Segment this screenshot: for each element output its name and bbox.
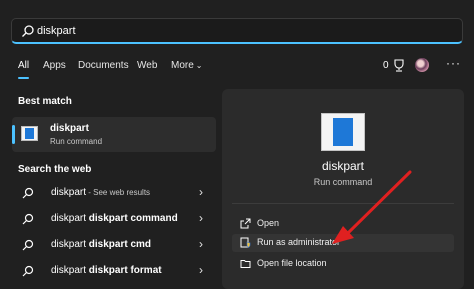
- web-result-item[interactable]: diskpart diskpart command ›: [12, 207, 216, 231]
- run-as-administrator-action[interactable]: Run as administrator: [232, 234, 454, 252]
- chevron-down-icon: ⌄: [195, 61, 203, 70]
- search-the-web-heading: Search the web: [18, 164, 92, 175]
- web-result-suggestion: diskpart command: [88, 213, 178, 224]
- open-file-location-label: Open file location: [257, 258, 327, 268]
- web-result-label: diskpart diskpart format: [51, 265, 162, 276]
- web-result-suggestion: diskpart cmd: [88, 239, 152, 250]
- chevron-right-icon: ›: [199, 237, 203, 251]
- tab-more-label: More: [171, 60, 194, 71]
- tab-apps[interactable]: Apps: [43, 60, 66, 71]
- shield-icon: [240, 237, 251, 248]
- preview-app-type: Run command: [313, 177, 373, 187]
- open-icon: [240, 218, 251, 229]
- folder-icon: [240, 260, 251, 268]
- tab-more[interactable]: More ⌄: [171, 60, 203, 71]
- web-result-text: diskpart: [51, 187, 87, 198]
- search-input[interactable]: [37, 22, 447, 40]
- tab-documents[interactable]: Documents: [78, 60, 129, 71]
- search-icon: [22, 239, 34, 251]
- web-result-label: diskpart diskpart command: [51, 213, 178, 224]
- tab-web[interactable]: Web: [137, 60, 157, 71]
- open-file-location-action[interactable]: Open file location: [232, 255, 454, 273]
- open-action[interactable]: Open: [232, 215, 454, 233]
- preview-app-name: diskpart: [321, 159, 365, 173]
- active-tab-indicator: [18, 77, 29, 79]
- best-match-type: Run command: [50, 137, 103, 146]
- web-result-subtext: - See web results: [86, 188, 151, 197]
- diskpart-app-icon: [321, 113, 365, 151]
- trophy-icon[interactable]: [393, 59, 405, 72]
- open-label: Open: [257, 218, 280, 228]
- diskpart-app-icon: [21, 126, 38, 141]
- web-result-label: diskpart diskpart cmd: [51, 239, 152, 250]
- tab-all[interactable]: All: [18, 60, 29, 71]
- chevron-right-icon: ›: [199, 263, 203, 277]
- web-result-item[interactable]: diskpart diskpart cmd ›: [12, 233, 216, 257]
- search-icon: [22, 187, 34, 199]
- avatar[interactable]: [415, 58, 429, 72]
- web-result-suggestion: diskpart format: [88, 265, 162, 276]
- more-options-icon[interactable]: ···: [446, 56, 461, 70]
- best-match-heading: Best match: [18, 96, 72, 107]
- rewards-points: 0: [383, 60, 389, 71]
- chevron-right-icon: ›: [199, 185, 203, 199]
- web-result-label: diskpart - See web results: [51, 187, 150, 198]
- search-icon: [22, 25, 34, 37]
- web-result-item[interactable]: diskpart diskpart format ›: [12, 259, 216, 283]
- divider: [232, 203, 454, 204]
- selection-indicator: [12, 125, 15, 144]
- preview-pane: diskpart Run command Open Run as adminis…: [222, 89, 464, 289]
- chevron-right-icon: ›: [199, 211, 203, 225]
- search-bar[interactable]: [11, 18, 463, 44]
- web-result-item[interactable]: diskpart - See web results ›: [12, 181, 216, 205]
- best-match-item[interactable]: diskpart Run command: [12, 117, 216, 152]
- best-match-name: diskpart: [50, 123, 89, 134]
- search-icon: [22, 213, 34, 225]
- search-icon: [22, 265, 34, 277]
- run-as-administrator-label: Run as administrator: [257, 237, 341, 247]
